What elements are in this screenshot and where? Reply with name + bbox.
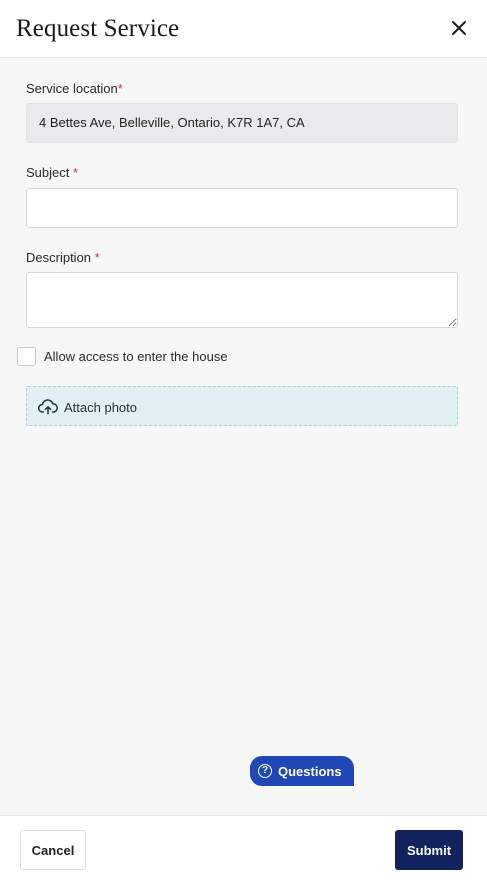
- service-location-label-text: Service location: [26, 81, 118, 96]
- description-label: Description *: [26, 250, 100, 265]
- question-circle-icon: ?: [258, 764, 272, 778]
- description-label-text: Description: [26, 250, 92, 265]
- description-textarea[interactable]: [26, 272, 458, 328]
- questions-button[interactable]: ? Questions: [250, 756, 354, 786]
- page-title: Request Service: [16, 15, 180, 42]
- service-location-label: Service location*: [26, 81, 123, 96]
- cancel-button[interactable]: Cancel: [20, 830, 86, 870]
- dialog-footer: Cancel Submit: [0, 815, 487, 880]
- cloud-upload-icon: [38, 399, 58, 415]
- submit-button[interactable]: Submit: [395, 830, 463, 870]
- questions-label: Questions: [278, 764, 342, 779]
- allow-access-label[interactable]: Allow access to enter the house: [44, 349, 228, 364]
- subject-label-text: Subject: [26, 165, 70, 180]
- required-marker: *: [94, 250, 100, 265]
- dialog-header: Request Service: [0, 0, 487, 58]
- required-marker: *: [117, 81, 123, 96]
- subject-input[interactable]: [26, 188, 458, 228]
- required-marker: *: [73, 165, 79, 180]
- close-icon: [452, 21, 466, 35]
- close-button[interactable]: [447, 16, 471, 40]
- subject-label: Subject *: [26, 165, 78, 180]
- service-location-value: 4 Bettes Ave, Belleville, Ontario, K7R 1…: [26, 103, 458, 143]
- attach-photo-label: Attach photo: [64, 400, 137, 415]
- attach-photo-button[interactable]: Attach photo: [26, 386, 458, 426]
- allow-access-checkbox[interactable]: [17, 347, 36, 366]
